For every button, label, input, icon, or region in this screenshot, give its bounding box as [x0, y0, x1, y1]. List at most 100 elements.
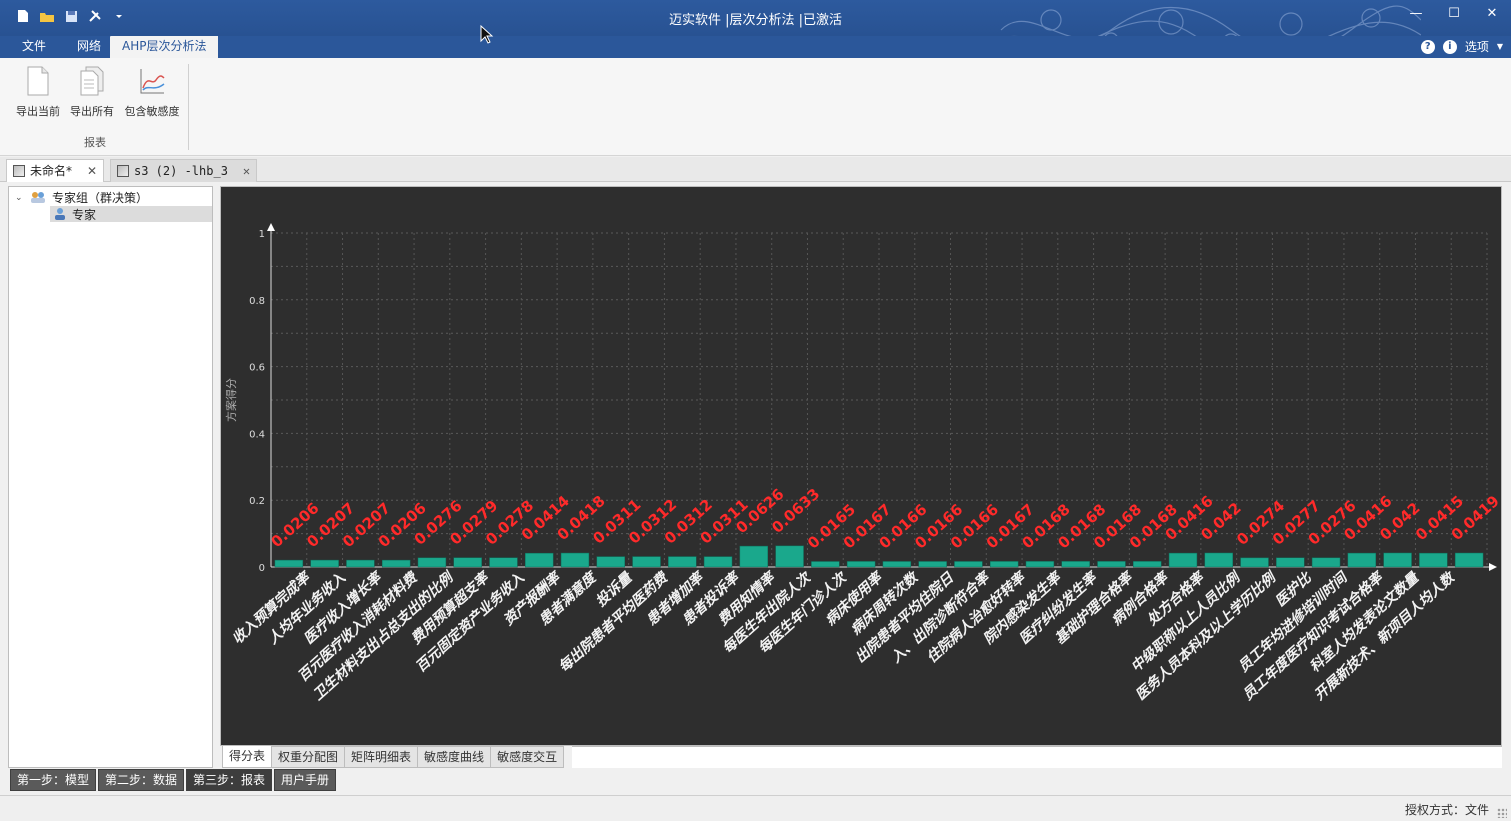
chart-bar [1240, 557, 1269, 568]
tab-step-model[interactable]: 第一步：模型 [10, 769, 97, 791]
options-menu[interactable]: 选项 [1465, 38, 1489, 55]
export-all-label: 导出所有 [70, 105, 114, 118]
doc-tab-unnamed-label: 未命名* [30, 164, 73, 178]
chart-bar [1061, 561, 1090, 568]
chart-icon [140, 69, 165, 94]
include-sensitivity-button[interactable]: 包含敏感度 [122, 66, 182, 119]
tab-user-manual[interactable]: 用户手册 [274, 769, 337, 791]
chart-bar [346, 559, 375, 568]
report-tab-bar: 得分表 权重分配图 矩阵明细表 敏感度曲线 敏感度交互 [222, 746, 565, 768]
y-axis-arrow-icon [267, 223, 275, 231]
score-bar-chart: 00.20.40.60.81方案得分0.02060.02070.02070.02… [224, 223, 1503, 704]
tree-node-expert-label: 专家 [72, 207, 97, 222]
title-bar: 迈实软件 |层次分析法 |已激活 — ☐ ✕ [0, 0, 1511, 58]
chart-bar [1168, 552, 1198, 568]
chart-bar [739, 545, 769, 568]
chart-bar [882, 561, 912, 568]
chart-bar [1276, 557, 1305, 568]
chart-bar [453, 557, 482, 568]
document-tab-bar: 未命名* ✕ s3 (2) -lhb_3 ✕ [0, 157, 1511, 182]
chart-bar [918, 561, 947, 568]
chart-bar [989, 561, 1019, 568]
tab-matrix-detail[interactable]: 矩阵明细表 [344, 746, 419, 768]
chevron-down-icon[interactable]: ⌄ [15, 193, 24, 203]
tree-node-expert-group-label: 专家组（群决策） [52, 190, 149, 205]
user-icon [55, 208, 65, 220]
resize-grip-icon[interactable] [1497, 808, 1507, 818]
tree-node-expert-group[interactable]: ⌄ 专家组（群决策） [15, 189, 148, 205]
chevron-down-icon[interactable]: ▼ [1497, 42, 1503, 51]
chart-bar [668, 556, 697, 568]
chart-bar [811, 561, 840, 568]
info-icon[interactable]: i [1442, 39, 1457, 54]
tab-network[interactable]: 网络 [65, 36, 113, 58]
y-tick-label: 0.2 [249, 496, 265, 507]
tab-step-data[interactable]: 第二步：数据 [98, 769, 185, 791]
bottom-tab-fill [572, 746, 1502, 768]
tab-ahp[interactable]: AHP层次分析法 [110, 36, 219, 58]
close-icon[interactable]: ✕ [243, 160, 250, 182]
chart-bar [1383, 552, 1412, 568]
step-tab-bar: 第一步：模型 第二步：数据 第三步：报表 用户手册 [10, 769, 337, 791]
model-icon [13, 165, 25, 177]
auth-status: 授权方式：文件 [1404, 803, 1489, 817]
chart-bar [775, 545, 804, 568]
mouse-cursor-icon [480, 25, 494, 44]
tab-score-table[interactable]: 得分表 [222, 746, 273, 768]
chart-bar [632, 556, 661, 568]
chart-bar [1133, 561, 1162, 568]
include-sensitivity-label: 包含敏感度 [124, 105, 180, 118]
export-all-button[interactable]: 导出所有 [66, 66, 118, 119]
chart-bar [1419, 552, 1448, 568]
window-title: 迈实软件 |层次分析法 |已激活 [668, 13, 843, 28]
tree-node-expert[interactable]: 专家 [50, 206, 212, 222]
expert-tree: ⌄ 专家组（群决策） 专家 [8, 186, 213, 768]
close-icon[interactable]: ✕ [1485, 6, 1499, 21]
tab-sensitivity-interactive[interactable]: 敏感度交互 [490, 746, 565, 768]
chart-bar [1311, 557, 1341, 568]
tab-weight-chart[interactable]: 权重分配图 [271, 746, 346, 768]
chart-bar [1454, 552, 1484, 568]
chart-bar [381, 559, 411, 568]
doc-tab-s3[interactable]: s3 (2) -lhb_3 ✕ [110, 159, 258, 182]
chart-bar [417, 557, 447, 568]
documents-icon [80, 66, 104, 96]
document-icon [27, 66, 49, 96]
x-axis-arrow-icon [1489, 563, 1497, 571]
group-separator [188, 64, 189, 150]
chart-bar [596, 556, 625, 568]
minimize-icon[interactable]: — [1409, 6, 1423, 21]
report-group-label: 报表 [84, 136, 106, 149]
chart-bar [954, 561, 983, 568]
help-icon[interactable]: ? [1420, 39, 1435, 54]
y-tick-label: 0.8 [249, 296, 265, 307]
chart-bar [846, 561, 876, 568]
ribbon-body: 导出当前 导出所有 包含敏感度 报表 [0, 58, 1511, 156]
tab-file[interactable]: 文件 [10, 36, 58, 58]
y-tick-label: 1 [259, 229, 265, 240]
export-current-button[interactable]: 导出当前 [12, 66, 64, 119]
y-tick-label: 0 [259, 563, 265, 574]
y-tick-label: 0.6 [249, 363, 265, 374]
chart-bar [525, 552, 554, 568]
close-icon[interactable]: ✕ [87, 160, 97, 182]
y-axis-label: 方案得分 [224, 378, 238, 422]
tab-step-report[interactable]: 第三步：报表 [186, 769, 273, 791]
status-bar: 授权方式：文件 [0, 795, 1511, 821]
chart-bar [274, 559, 304, 568]
export-current-label: 导出当前 [16, 105, 60, 118]
doc-tab-unnamed[interactable]: 未命名* ✕ [6, 159, 105, 182]
chart-bar [560, 552, 590, 568]
maximize-icon[interactable]: ☐ [1447, 6, 1461, 21]
chart-bar [1204, 552, 1233, 568]
tab-sensitivity-curve[interactable]: 敏感度曲线 [417, 746, 492, 768]
help-area: ? i 选项 ▼ [1420, 38, 1503, 55]
doc-tab-s3-label: s3 (2) -lhb_3 [134, 164, 228, 178]
group-icon [31, 192, 45, 203]
chart-bar [703, 556, 733, 568]
score-chart-panel: 0 0.2 0.4 0.6 0.8 1 方案得分 0.0206 0.0207 0.0207 0.02… [220, 186, 1503, 746]
chart-bar [1025, 561, 1055, 568]
window-controls: — ☐ ✕ [1409, 6, 1499, 21]
chart-bar [489, 557, 518, 568]
chart-bar [1097, 561, 1126, 568]
